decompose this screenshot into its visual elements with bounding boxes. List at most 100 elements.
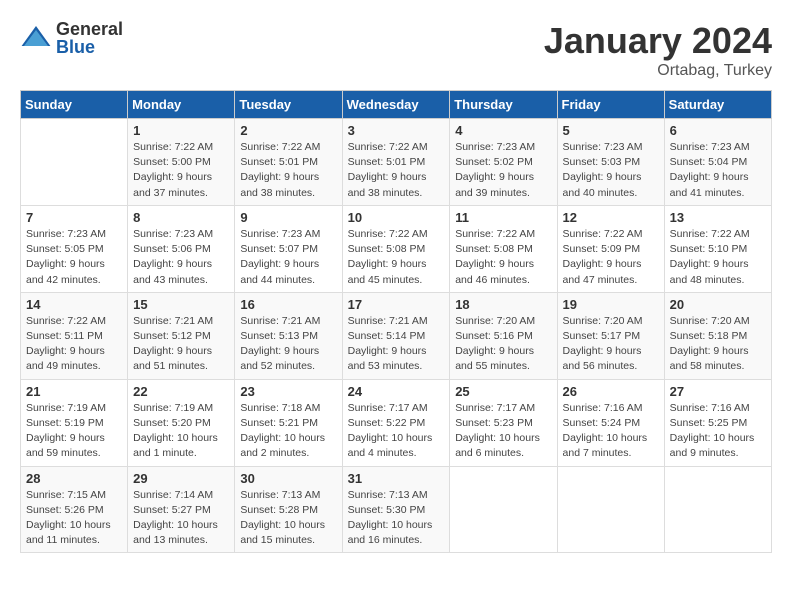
day-number: 20	[670, 297, 766, 312]
calendar-cell: 22 Sunrise: 7:19 AMSunset: 5:20 PMDayligh…	[128, 379, 235, 466]
day-info: Sunrise: 7:22 AMSunset: 5:10 PMDaylight:…	[670, 227, 766, 288]
day-info: Sunrise: 7:17 AMSunset: 5:22 PMDaylight:…	[348, 401, 445, 462]
calendar-cell: 13Sunrise: 7:22 AMSunset: 5:10 PMDayligh…	[664, 205, 771, 292]
day-number: 8	[133, 210, 229, 225]
logo-text: General Blue	[56, 20, 123, 56]
day-number: 3	[348, 123, 445, 138]
calendar-cell	[664, 466, 771, 553]
calendar-cell: 25 Sunrise: 7:17 AMSunset: 5:23 PMDayligh…	[450, 379, 557, 466]
weekday-header-sunday: Sunday	[21, 91, 128, 119]
day-info: Sunrise: 7:21 AMSunset: 5:12 PMDaylight:…	[133, 314, 229, 375]
weekday-header-monday: Monday	[128, 91, 235, 119]
calendar-week-row: 21 Sunrise: 7:19 AMSunset: 5:19 PMDayligh…	[21, 379, 772, 466]
day-number: 4	[455, 123, 551, 138]
day-number: 11	[455, 210, 551, 225]
logo-general-text: General	[56, 20, 123, 38]
day-number: 22	[133, 384, 229, 399]
calendar-cell: 27Sunrise: 7:16 AMSunset: 5:25 PMDayligh…	[664, 379, 771, 466]
day-number: 28	[26, 471, 122, 486]
day-number: 7	[26, 210, 122, 225]
day-number: 31	[348, 471, 445, 486]
title-section: January 2024 Ortabag, Turkey	[544, 20, 772, 80]
calendar-cell: 7 Sunrise: 7:23 AMSunset: 5:05 PMDaylight…	[21, 205, 128, 292]
calendar-cell: 3 Sunrise: 7:22 AMSunset: 5:01 PMDaylight…	[342, 119, 450, 206]
calendar-cell: 16Sunrise: 7:21 AMSunset: 5:13 PMDayligh…	[235, 292, 342, 379]
calendar-cell: 9 Sunrise: 7:23 AMSunset: 5:07 PMDaylight…	[235, 205, 342, 292]
calendar-cell	[21, 119, 128, 206]
day-number: 6	[670, 123, 766, 138]
day-info: Sunrise: 7:13 AMSunset: 5:30 PMDaylight:…	[348, 488, 445, 549]
day-number: 9	[240, 210, 336, 225]
calendar-cell: 6 Sunrise: 7:23 AMSunset: 5:04 PMDaylight…	[664, 119, 771, 206]
calendar-header: SundayMondayTuesdayWednesdayThursdayFrid…	[21, 91, 772, 119]
calendar-week-row: 7 Sunrise: 7:23 AMSunset: 5:05 PMDaylight…	[21, 205, 772, 292]
calendar-cell: 14 Sunrise: 7:22 AMSunset: 5:11 PMDayligh…	[21, 292, 128, 379]
logo-icon	[20, 22, 52, 54]
logo-blue-text: Blue	[56, 38, 123, 56]
calendar-cell: 12 Sunrise: 7:22 AMSunset: 5:09 PMDayligh…	[557, 205, 664, 292]
weekday-header-thursday: Thursday	[450, 91, 557, 119]
day-info: Sunrise: 7:22 AMSunset: 5:11 PMDaylight:…	[26, 314, 122, 375]
calendar-cell: 8 Sunrise: 7:23 AMSunset: 5:06 PMDaylight…	[128, 205, 235, 292]
day-number: 26	[563, 384, 659, 399]
day-info: Sunrise: 7:23 AMSunset: 5:06 PMDaylight:…	[133, 227, 229, 288]
calendar-cell	[450, 466, 557, 553]
day-info: Sunrise: 7:21 AMSunset: 5:14 PMDaylight:…	[348, 314, 445, 375]
day-number: 10	[348, 210, 445, 225]
day-info: Sunrise: 7:23 AMSunset: 5:07 PMDaylight:…	[240, 227, 336, 288]
day-info: Sunrise: 7:13 AMSunset: 5:28 PMDaylight:…	[240, 488, 336, 549]
day-info: Sunrise: 7:22 AMSunset: 5:08 PMDaylight:…	[455, 227, 551, 288]
day-info: Sunrise: 7:20 AMSunset: 5:17 PMDaylight:…	[563, 314, 659, 375]
header: General Blue January 2024 Ortabag, Turke…	[20, 20, 772, 80]
calendar-cell: 5Sunrise: 7:23 AMSunset: 5:03 PMDaylight…	[557, 119, 664, 206]
day-number: 14	[26, 297, 122, 312]
calendar-cell: 29 Sunrise: 7:14 AMSunset: 5:27 PMDayligh…	[128, 466, 235, 553]
day-number: 24	[348, 384, 445, 399]
calendar-cell: 24 Sunrise: 7:17 AMSunset: 5:22 PMDayligh…	[342, 379, 450, 466]
day-info: Sunrise: 7:22 AMSunset: 5:00 PMDaylight:…	[133, 140, 229, 201]
day-info: Sunrise: 7:20 AMSunset: 5:18 PMDaylight:…	[670, 314, 766, 375]
day-info: Sunrise: 7:18 AMSunset: 5:21 PMDaylight:…	[240, 401, 336, 462]
calendar-cell: 20 Sunrise: 7:20 AMSunset: 5:18 PMDayligh…	[664, 292, 771, 379]
day-info: Sunrise: 7:23 AMSunset: 5:05 PMDaylight:…	[26, 227, 122, 288]
weekday-header-tuesday: Tuesday	[235, 91, 342, 119]
day-number: 17	[348, 297, 445, 312]
day-info: Sunrise: 7:16 AMSunset: 5:24 PMDaylight:…	[563, 401, 659, 462]
day-number: 21	[26, 384, 122, 399]
calendar-cell: 21 Sunrise: 7:19 AMSunset: 5:19 PMDayligh…	[21, 379, 128, 466]
day-info: Sunrise: 7:22 AMSunset: 5:01 PMDaylight:…	[348, 140, 445, 201]
day-number: 16	[240, 297, 336, 312]
calendar-week-row: 1Sunrise: 7:22 AMSunset: 5:00 PMDaylight…	[21, 119, 772, 206]
calendar-cell: 18Sunrise: 7:20 AMSunset: 5:16 PMDayligh…	[450, 292, 557, 379]
calendar-cell: 17 Sunrise: 7:21 AMSunset: 5:14 PMDayligh…	[342, 292, 450, 379]
calendar-cell: 15Sunrise: 7:21 AMSunset: 5:12 PMDayligh…	[128, 292, 235, 379]
day-info: Sunrise: 7:22 AMSunset: 5:09 PMDaylight:…	[563, 227, 659, 288]
calendar-cell: 28 Sunrise: 7:15 AMSunset: 5:26 PMDayligh…	[21, 466, 128, 553]
calendar-cell: 10 Sunrise: 7:22 AMSunset: 5:08 PMDayligh…	[342, 205, 450, 292]
calendar-week-row: 14 Sunrise: 7:22 AMSunset: 5:11 PMDayligh…	[21, 292, 772, 379]
day-info: Sunrise: 7:17 AMSunset: 5:23 PMDaylight:…	[455, 401, 551, 462]
day-number: 29	[133, 471, 229, 486]
day-info: Sunrise: 7:20 AMSunset: 5:16 PMDaylight:…	[455, 314, 551, 375]
calendar-cell: 11 Sunrise: 7:22 AMSunset: 5:08 PMDayligh…	[450, 205, 557, 292]
day-number: 23	[240, 384, 336, 399]
calendar-cell: 30 Sunrise: 7:13 AMSunset: 5:28 PMDayligh…	[235, 466, 342, 553]
day-number: 25	[455, 384, 551, 399]
day-info: Sunrise: 7:22 AMSunset: 5:08 PMDaylight:…	[348, 227, 445, 288]
day-info: Sunrise: 7:22 AMSunset: 5:01 PMDaylight:…	[240, 140, 336, 201]
calendar-cell: 31 Sunrise: 7:13 AMSunset: 5:30 PMDayligh…	[342, 466, 450, 553]
day-info: Sunrise: 7:14 AMSunset: 5:27 PMDaylight:…	[133, 488, 229, 549]
day-info: Sunrise: 7:23 AMSunset: 5:03 PMDaylight:…	[563, 140, 659, 201]
day-info: Sunrise: 7:23 AMSunset: 5:04 PMDaylight:…	[670, 140, 766, 201]
calendar-cell	[557, 466, 664, 553]
day-number: 30	[240, 471, 336, 486]
day-info: Sunrise: 7:19 AMSunset: 5:19 PMDaylight:…	[26, 401, 122, 462]
day-number: 19	[563, 297, 659, 312]
day-number: 12	[563, 210, 659, 225]
day-number: 27	[670, 384, 766, 399]
calendar-cell: 26 Sunrise: 7:16 AMSunset: 5:24 PMDayligh…	[557, 379, 664, 466]
calendar-table: SundayMondayTuesdayWednesdayThursdayFrid…	[20, 90, 772, 553]
day-info: Sunrise: 7:19 AMSunset: 5:20 PMDaylight:…	[133, 401, 229, 462]
day-info: Sunrise: 7:15 AMSunset: 5:26 PMDaylight:…	[26, 488, 122, 549]
day-number: 2	[240, 123, 336, 138]
